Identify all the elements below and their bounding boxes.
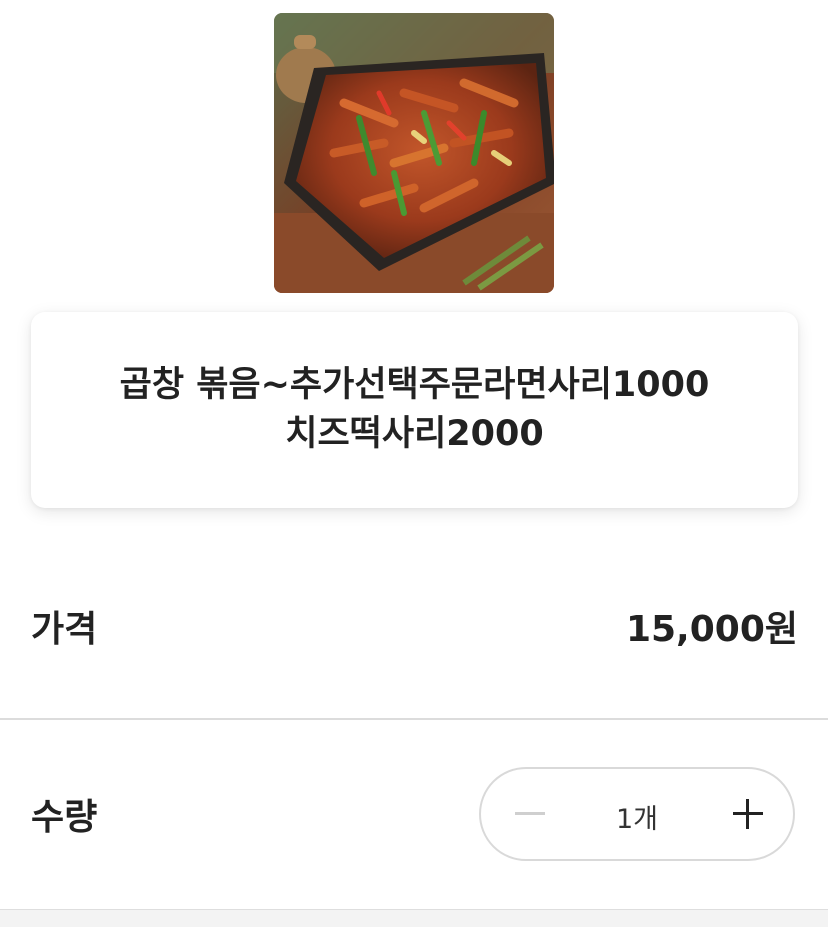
menu-option-page: 곱창 볶음~추가선택주문라면사리1000 치즈떡사리2000 가격 15,000… [0, 0, 828, 927]
divider [0, 718, 828, 720]
menu-name-card: 곱창 볶음~추가선택주문라면사리1000 치즈떡사리2000 [31, 312, 798, 508]
price-value: 15,000원 [625, 609, 798, 650]
menu-photo [274, 13, 554, 293]
plus-icon[interactable] [733, 799, 763, 829]
section-separator [0, 909, 828, 927]
menu-name: 곱창 볶음~추가선택주문라면사리1000 치즈떡사리2000 [80, 361, 750, 459]
food-image [274, 13, 554, 293]
menu-name-line-2: 치즈떡사리2000 [285, 414, 544, 454]
price-label: 가격 [31, 609, 98, 650]
quantity-label: 수량 [31, 797, 98, 838]
menu-name-line-1: 곱창 볶음~추가선택주문라면사리1000 [119, 365, 710, 405]
quantity-stepper: 1개 [479, 767, 795, 861]
